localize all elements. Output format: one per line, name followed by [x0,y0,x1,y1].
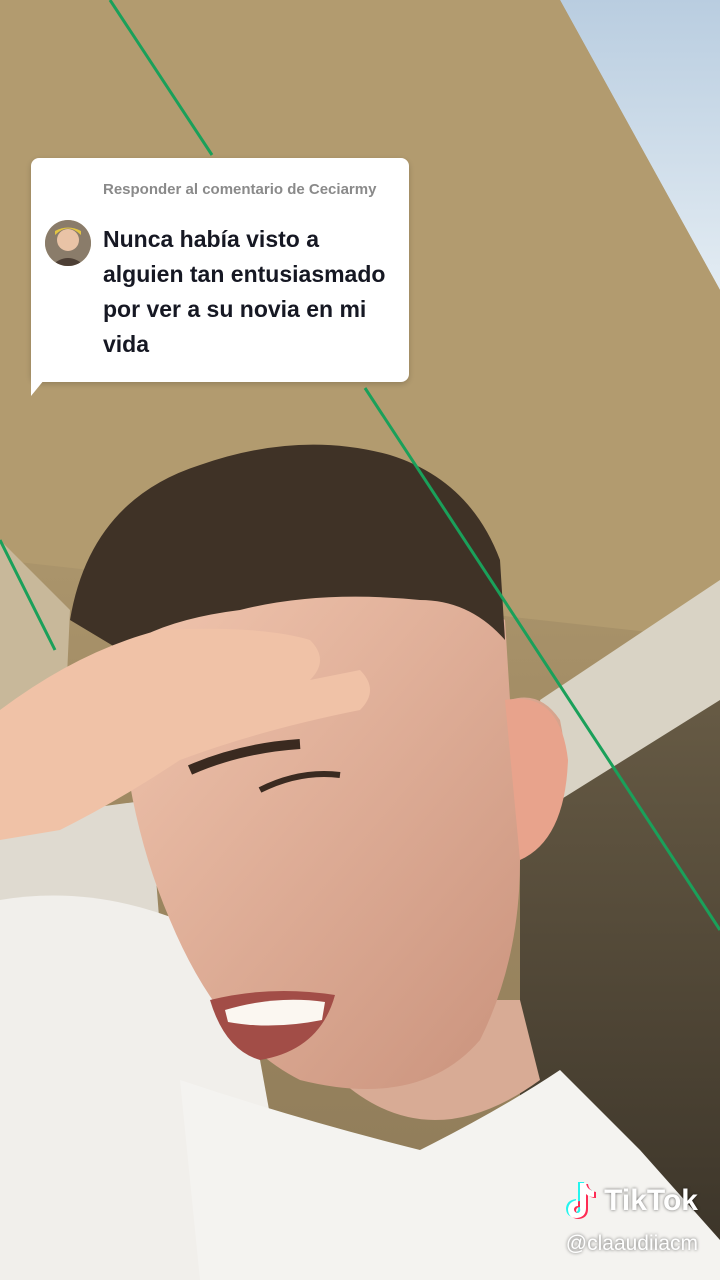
reply-comment-text: Nunca había visto a alguien tan entusias… [103,226,386,357]
user-avatar[interactable] [45,220,91,266]
tiktok-note-icon [566,1182,597,1219]
reply-comment-bubble[interactable]: Responder al comentario de Ceciarmy Nunc… [31,158,409,382]
creator-handle: @claaudiiacm [565,1232,698,1255]
bubble-tail [31,374,49,396]
reply-header: Responder al comentario de Ceciarmy [103,181,377,198]
tiktok-wordmark: TikTok [604,1184,698,1217]
tiktok-logo: TikTok [558,1178,698,1224]
avatar-icon [45,220,91,266]
tiktok-watermark: TikTok @claaudiiacm [518,1174,698,1264]
